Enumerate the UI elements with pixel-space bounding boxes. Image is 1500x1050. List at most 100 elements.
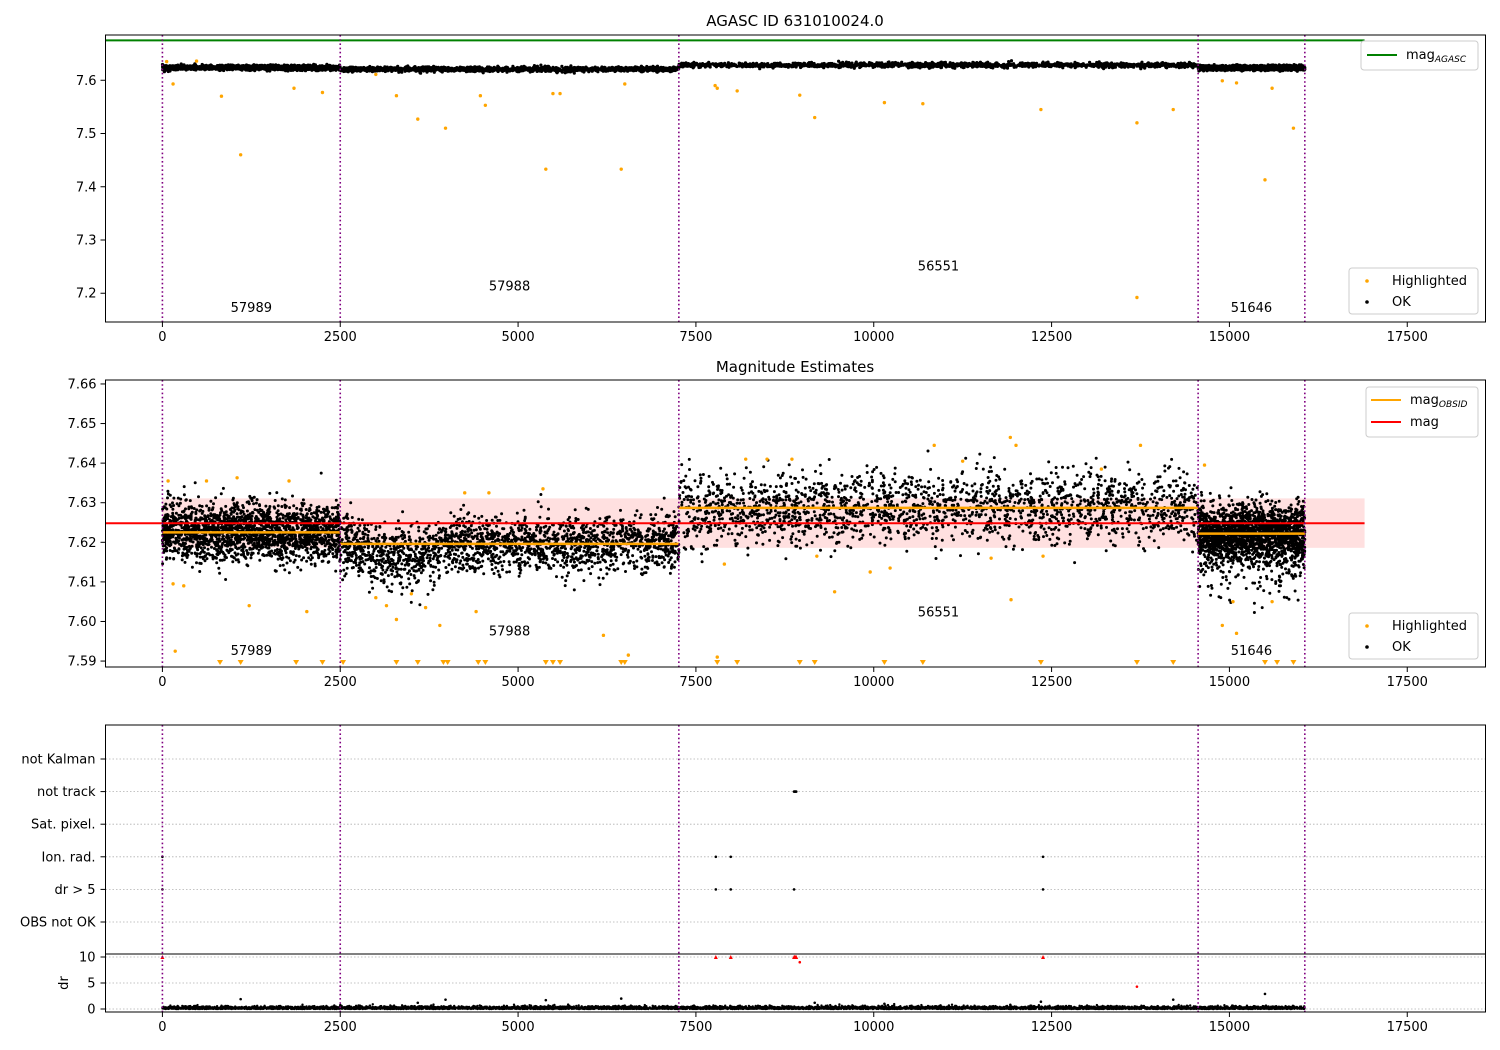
panel-2-legend-bottom: Highlighted OK (1348, 612, 1479, 660)
highlighted-point (989, 556, 993, 560)
highlighted-point (483, 103, 488, 107)
highlighted-point (790, 457, 794, 461)
highlighted-point (715, 655, 719, 659)
dr-outlier-point (798, 960, 802, 964)
panel-flags: not Kalman not track Sat. pixel. Ion. rad. d… (20, 724, 1486, 1036)
legend-mag-agasc-label: mag (1406, 48, 1435, 63)
y-tick-label: 7.60 (68, 615, 97, 630)
legend-ok-marker (1365, 300, 1369, 304)
legend-ok-label: OK (1392, 295, 1411, 310)
panel-1-legend-top: magAGASC (1360, 40, 1479, 71)
x-tick-label: 17500 (1387, 675, 1428, 690)
clipped-point-marker (444, 660, 451, 665)
panel-2-data: 57989 57988 56551 51646 (105, 380, 1365, 667)
highlighted-point (1220, 623, 1225, 628)
highlighted-point (235, 476, 239, 480)
clipped-point-marker (881, 660, 888, 665)
highlighted-point (416, 117, 420, 121)
x-tick-label: 5000 (502, 1020, 535, 1035)
flag-label: Sat. pixel. (31, 818, 95, 833)
legend-mag-agasc-subscript: AGASC (1434, 55, 1467, 65)
highlighted-point (1231, 599, 1235, 604)
obsid-label: 57989 (231, 301, 272, 316)
flag-point (729, 855, 733, 859)
highlighted-point (868, 570, 872, 574)
dr-tick-label: 10 (79, 951, 96, 966)
flag-label: OBS not OK (20, 916, 96, 931)
highlighted-point (182, 584, 186, 588)
highlighted-point (1009, 598, 1013, 602)
highlighted-point (474, 609, 478, 614)
flag-label: not Kalman (21, 753, 95, 768)
clipped-point-marker (1133, 660, 1140, 665)
x-tick-label: 15000 (1209, 1020, 1250, 1035)
panel-3-axes: not Kalman not track Sat. pixel. Ion. rad. d… (20, 753, 1428, 1036)
highlighted-point (478, 94, 483, 98)
legend-highlighted-marker (1365, 279, 1369, 283)
highlighted-point (1220, 79, 1225, 83)
clipped-point-marker (1290, 660, 1297, 665)
highlighted-point (1008, 435, 1013, 440)
legend-ok-label: OK (1392, 640, 1411, 655)
dr-tick-label: 5 (87, 977, 95, 992)
dr-axis-label: dr (57, 976, 72, 990)
x-tick-label: 0 (158, 675, 166, 690)
y-tick-label: 7.3 (76, 234, 97, 249)
x-tick-label: 2500 (324, 675, 357, 690)
clipped-point-marker (1170, 660, 1177, 665)
obsid-label: 51646 (1231, 644, 1272, 659)
highlighted-point (544, 167, 548, 171)
highlighted-point (305, 609, 309, 614)
clipped-point-marker (796, 660, 803, 665)
x-tick-label: 12500 (1031, 1020, 1072, 1035)
panel-1-legend-bottom: Highlighted OK (1348, 267, 1479, 315)
flag-point (792, 888, 796, 891)
panel-2-legend-top: magOBSID mag (1365, 386, 1479, 438)
clipped-point-marker (482, 660, 489, 665)
x-tick-label: 0 (158, 1020, 166, 1035)
highlighted-point (171, 82, 175, 86)
figure: AGASC ID 631010024.0 57989 57988 56551 5164… (20, 12, 1486, 1036)
legend-highlighted-label: Highlighted (1392, 274, 1467, 289)
clipped-point-marker (1274, 660, 1281, 665)
x-tick-label: 7500 (679, 1020, 712, 1035)
x-tick-label: 17500 (1387, 1020, 1428, 1035)
clipped-point-marker (414, 660, 421, 665)
y-tick-label: 7.5 (76, 127, 97, 142)
panel-2-title: Magnitude Estimates (716, 358, 874, 376)
highlighted-point (247, 603, 251, 608)
x-tick-label: 10000 (853, 330, 894, 345)
flag-point (714, 855, 718, 859)
x-tick-label: 10000 (853, 1020, 894, 1035)
y-tick-label: 7.59 (68, 655, 97, 670)
x-tick-label: 7500 (679, 330, 712, 345)
y-tick-label: 7.4 (76, 180, 97, 195)
highlighted-point (320, 90, 325, 95)
x-tick-label: 12500 (1031, 330, 1072, 345)
x-tick-label: 7500 (679, 675, 712, 690)
clipped-point-marker (1037, 660, 1044, 665)
obsid-label: 56551 (918, 259, 959, 274)
obsid-label: 57988 (489, 280, 530, 295)
clipped-point-marker (811, 660, 818, 665)
obsid-label: 56551 (918, 606, 959, 621)
highlighted-point (374, 596, 378, 600)
y-tick-label: 7.6 (76, 74, 97, 89)
clipped-point-marker (237, 660, 244, 665)
highlighted-point (1014, 443, 1018, 448)
highlighted-point (1234, 81, 1239, 85)
y-tick-label: 7.2 (76, 287, 97, 302)
highlighted-point (463, 491, 467, 495)
legend-mag-label: mag (1410, 415, 1439, 430)
highlighted-point (384, 603, 389, 608)
dr-outlier-point (1039, 1000, 1043, 1004)
highlighted-point (813, 115, 817, 120)
y-tick-label: 7.65 (68, 417, 97, 432)
ok-points (160, 59, 1307, 75)
highlighted-point (394, 94, 399, 98)
highlighted-point (1039, 107, 1043, 112)
clipped-point-marker (475, 660, 482, 665)
x-tick-label: 0 (158, 330, 166, 345)
highlighted-point (1202, 463, 1207, 467)
highlighted-point (713, 83, 717, 88)
